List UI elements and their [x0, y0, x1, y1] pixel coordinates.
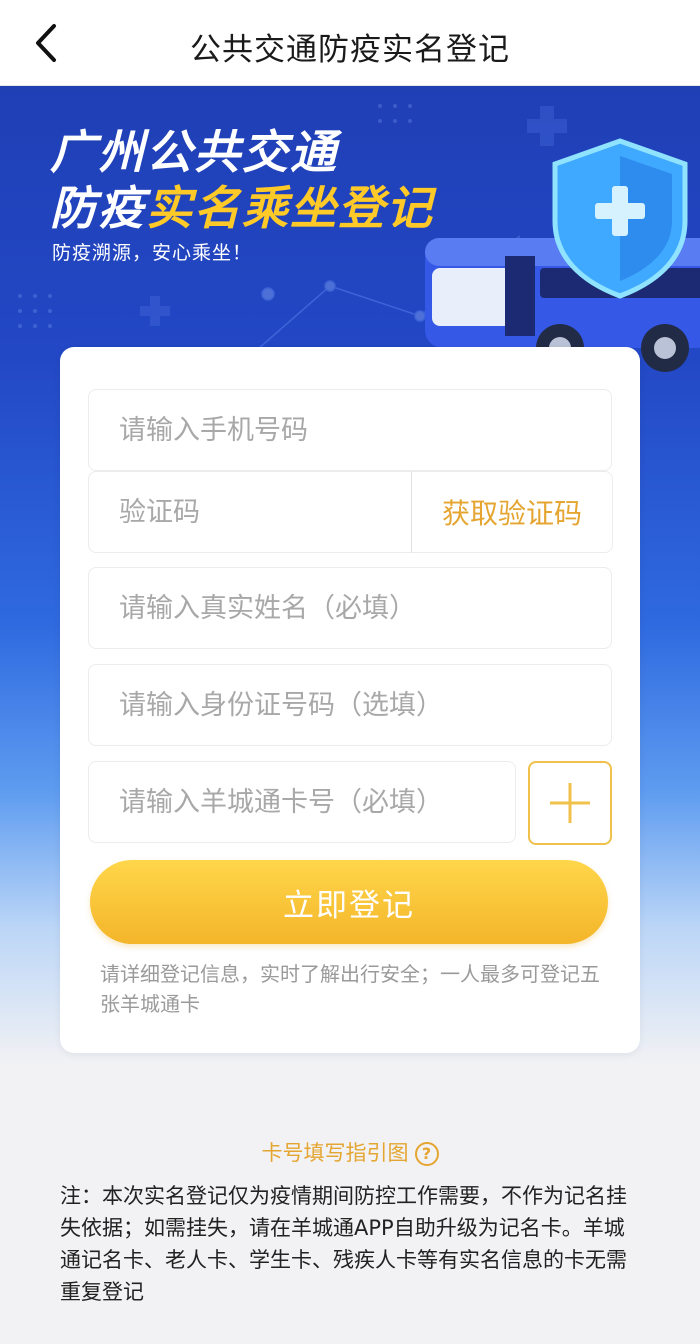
nav-bar: 公共交通防疫实名登记	[0, 0, 700, 86]
id-number-input[interactable]	[89, 665, 611, 745]
id-number-field	[88, 664, 612, 746]
banner-title-line1: 广州公共交通	[50, 125, 338, 179]
banner-title-line2: 防疫实名乘坐登记	[50, 180, 434, 236]
banner-title-accent: 实名乘坐登记	[146, 181, 434, 235]
question-circle-icon: ?	[414, 1142, 439, 1166]
card-number-field	[88, 761, 516, 843]
get-code-button[interactable]: 获取验证码	[411, 471, 613, 553]
guide-label: 卡号填写指引图	[261, 1141, 409, 1165]
banner-title: 广州公共交通 防疫实名乘坐登记	[50, 124, 434, 236]
card-number-input[interactable]	[89, 762, 515, 842]
registration-form: 获取验证码 立即登记 请详细登记信息，实时了解出行安全；一人最多可登记五张羊城通…	[60, 347, 640, 1053]
disclaimer-note: 注：本次实名登记仅为疫情期间防控工作需要，不作为记名挂失依据；如需挂失，请在羊城…	[60, 1184, 627, 1304]
card-number-guide-link[interactable]: 卡号填写指引图?	[0, 1137, 700, 1167]
code-field	[88, 471, 412, 553]
banner-title-part1: 防疫	[50, 181, 146, 235]
add-card-button[interactable]	[528, 761, 612, 845]
name-input[interactable]	[89, 568, 611, 648]
page-title: 公共交通防疫实名登记	[190, 32, 510, 68]
form-tip: 请详细登记信息，实时了解出行安全；一人最多可登记五张羊城通卡	[100, 962, 600, 1016]
name-field	[88, 567, 612, 649]
banner-subtitle: 防疫溯源，安心乘坐！	[52, 242, 253, 264]
phone-field	[88, 389, 612, 471]
submit-button[interactable]: 立即登记	[90, 860, 608, 944]
phone-input[interactable]	[89, 390, 611, 470]
verification-code-input[interactable]	[89, 472, 411, 552]
plus-icon	[550, 783, 590, 823]
